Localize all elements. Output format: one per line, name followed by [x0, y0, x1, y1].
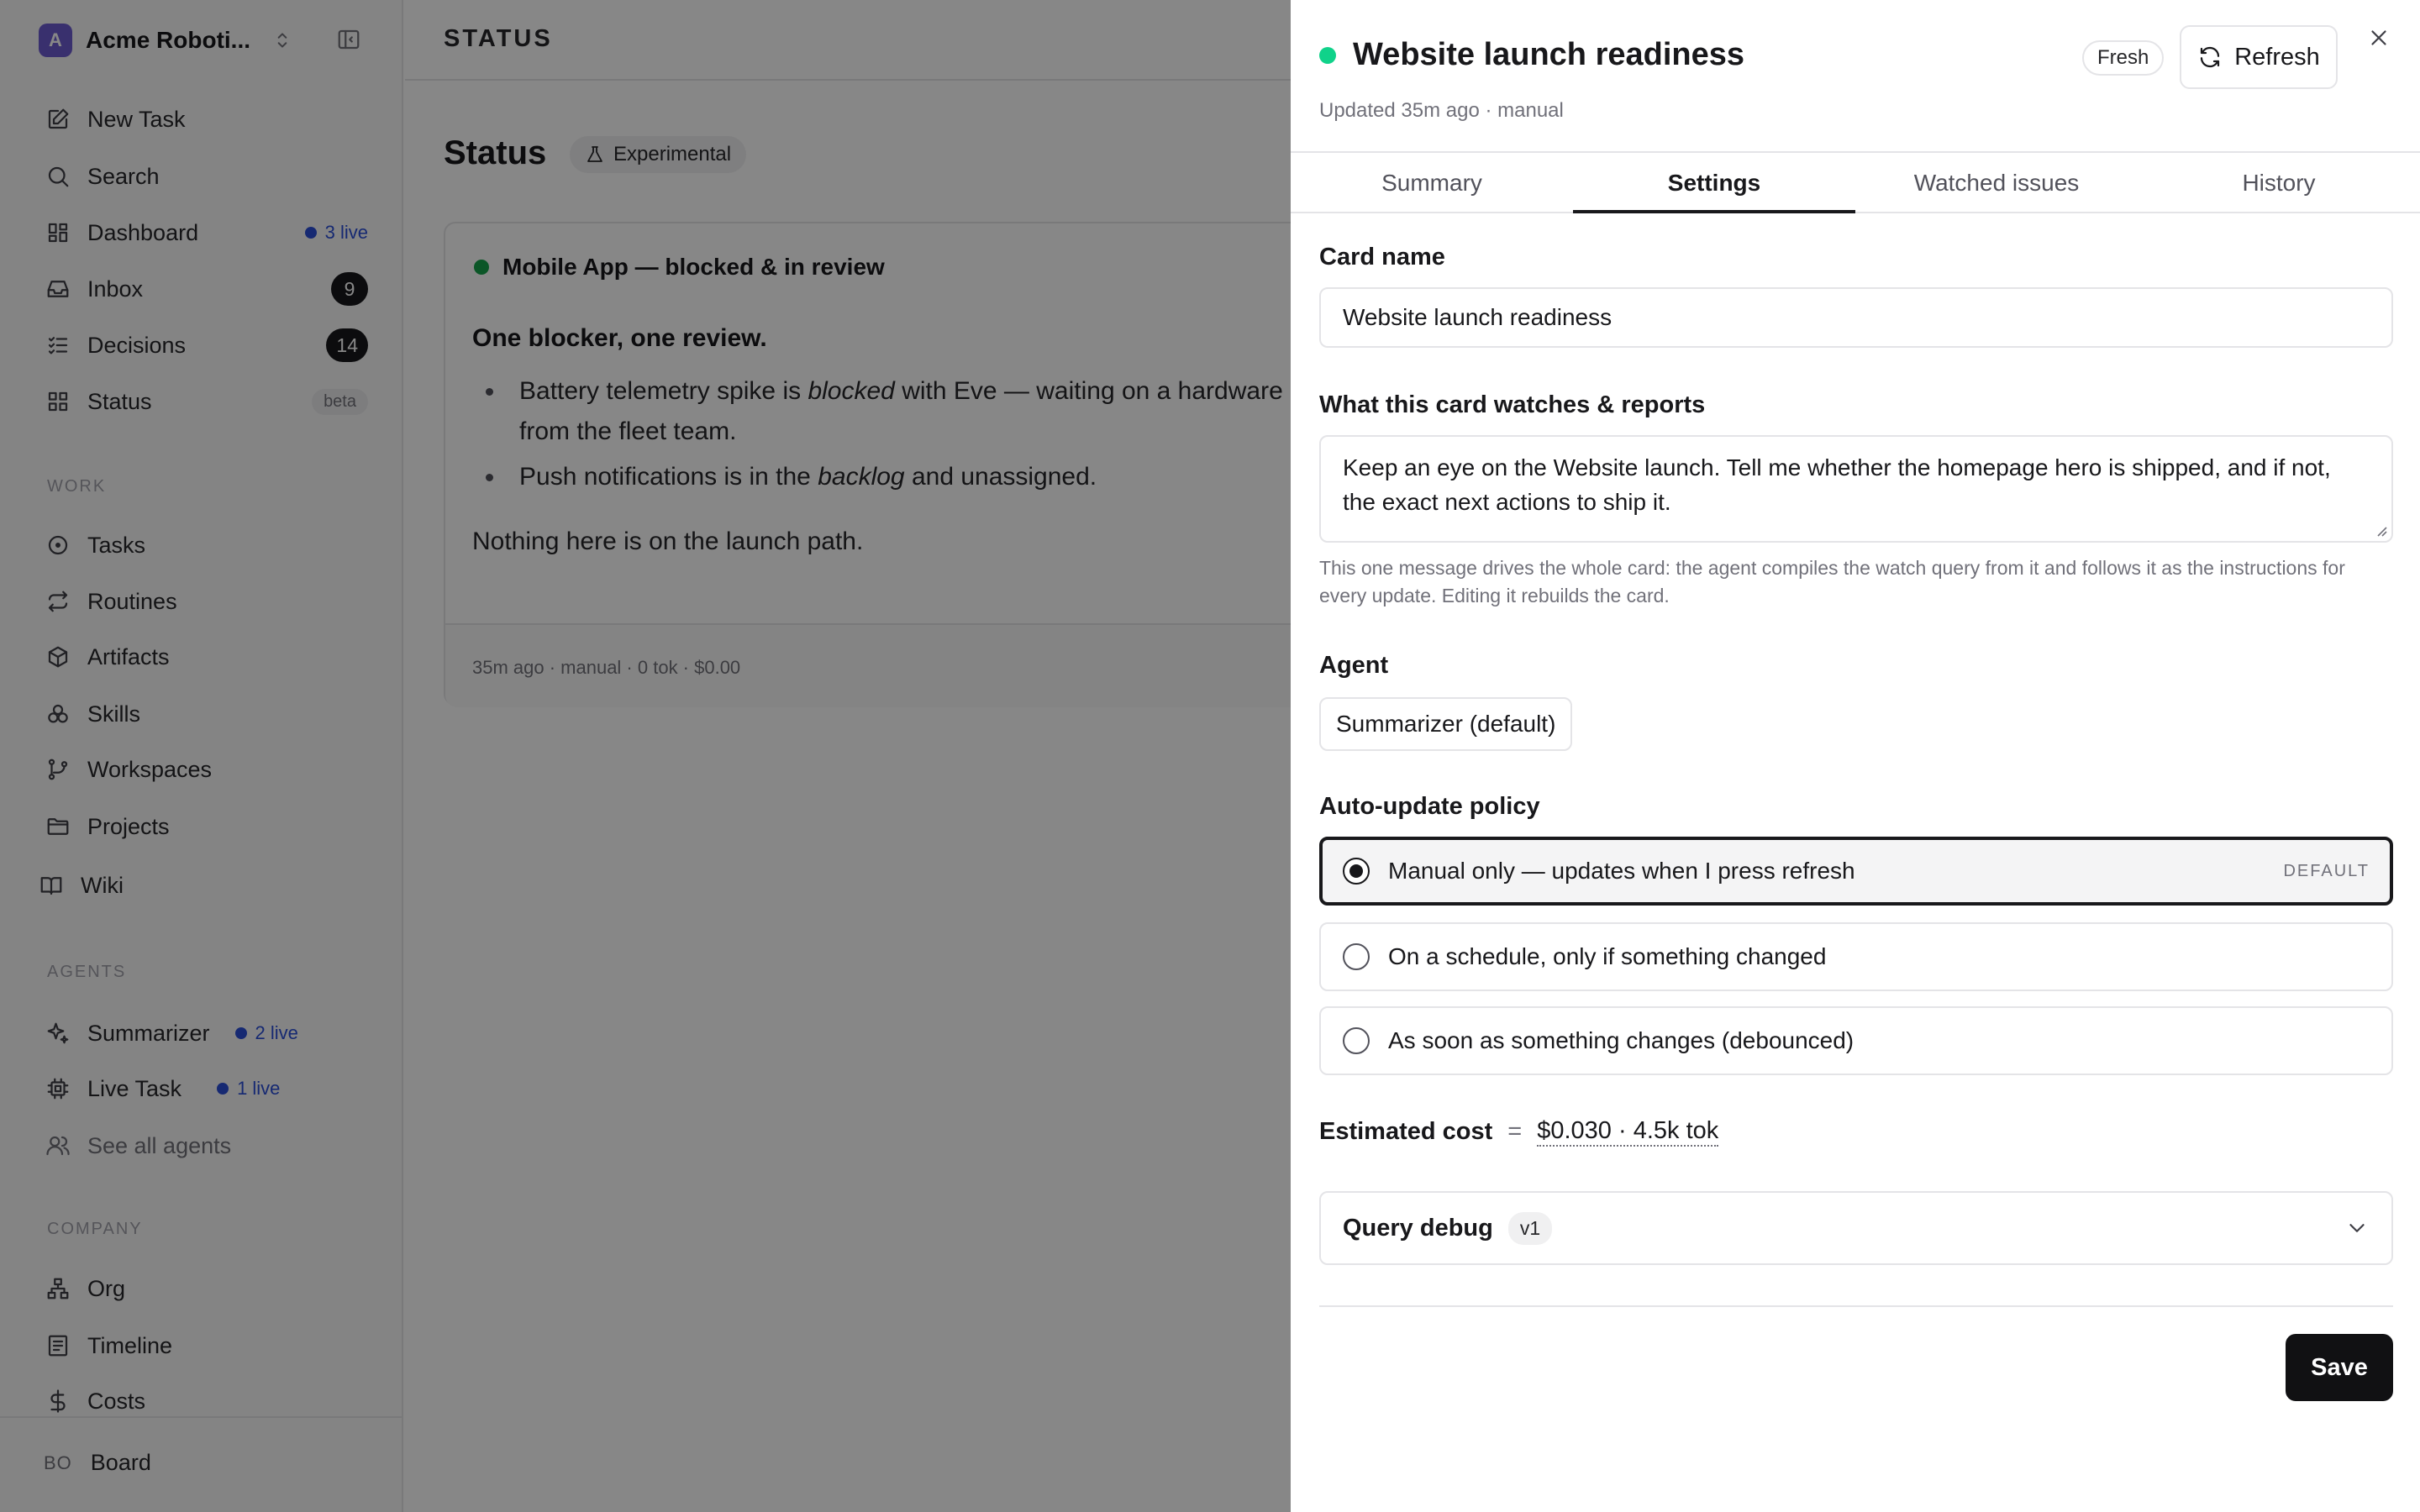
watch-label: What this card watches & reports	[1319, 391, 1706, 418]
chevron-down-icon	[2344, 1215, 2370, 1241]
drawer-title-row: Website launch readiness	[1319, 37, 1744, 73]
textarea-text: Keep an eye on the Website launch. Tell …	[1343, 454, 2331, 515]
watch-instructions-textarea[interactable]: Keep an eye on the Website launch. Tell …	[1319, 435, 2393, 543]
tab-watched-issues[interactable]: Watched issues	[1855, 153, 2138, 212]
watch-help-text: This one message drives the whole card: …	[1319, 557, 2345, 606]
agent-select[interactable]: Summarizer (default)	[1319, 697, 1573, 751]
query-debug-accordion[interactable]: Query debug v1	[1319, 1191, 2393, 1265]
close-icon[interactable]	[2366, 25, 2391, 50]
policy-option-label: On a schedule, only if something changed	[1388, 943, 1827, 969]
tab-history[interactable]: History	[2138, 153, 2420, 212]
card-name-label: Card name	[1319, 244, 1445, 270]
policy-option-label: Manual only — updates when I press refre…	[1388, 858, 1855, 884]
fresh-status-dot	[1319, 46, 1336, 64]
tab-summary[interactable]: Summary	[1291, 153, 1573, 212]
policy-option-realtime[interactable]: As soon as something changes (debounced)	[1319, 1006, 2393, 1075]
refresh-button[interactable]: Refresh	[2180, 25, 2338, 89]
refresh-label: Refresh	[2234, 43, 2320, 71]
save-button[interactable]: Save	[2286, 1334, 2393, 1401]
resize-handle-icon[interactable]	[2373, 522, 2388, 538]
estimated-cost-row: Estimated cost = $0.030 · 4.5k tok	[1319, 1117, 1719, 1147]
policy-label: Auto-update policy	[1319, 793, 1540, 820]
policy-option-schedule[interactable]: On a schedule, only if something changed	[1319, 922, 2393, 991]
cost-label: Estimated cost	[1319, 1118, 1493, 1145]
policy-option-manual[interactable]: Manual only — updates when I press refre…	[1319, 837, 2393, 906]
radio-unselected[interactable]	[1343, 943, 1370, 970]
card-name-input[interactable]: Website launch readiness	[1319, 287, 2393, 348]
cost-equals: =	[1507, 1118, 1523, 1145]
cost-value[interactable]: $0.030 · 4.5k tok	[1537, 1117, 1719, 1147]
tab-settings[interactable]: Settings	[1573, 153, 1855, 213]
agent-label: Agent	[1319, 652, 1389, 679]
card-settings-drawer: Website launch readiness Updated 35m ago…	[1291, 0, 2420, 1512]
radio-selected[interactable]	[1343, 858, 1370, 885]
refresh-icon	[2197, 45, 2223, 70]
query-version-badge: v1	[1507, 1211, 1553, 1245]
fresh-badge: Fresh	[2082, 40, 2165, 76]
modal-backdrop[interactable]	[0, 0, 1291, 1512]
divider	[1319, 1305, 2393, 1307]
drawer-title: Website launch readiness	[1353, 37, 1745, 72]
query-debug-label: Query debug	[1343, 1214, 1493, 1242]
drawer-subtitle: Updated 35m ago · manual	[1319, 99, 1564, 122]
drawer-tabs: Summary Settings Watched issues History	[1291, 151, 2420, 213]
policy-option-label: As soon as something changes (debounced)	[1388, 1027, 1854, 1053]
default-tag: DEFAULT	[2283, 861, 2370, 880]
radio-unselected[interactable]	[1343, 1027, 1370, 1054]
